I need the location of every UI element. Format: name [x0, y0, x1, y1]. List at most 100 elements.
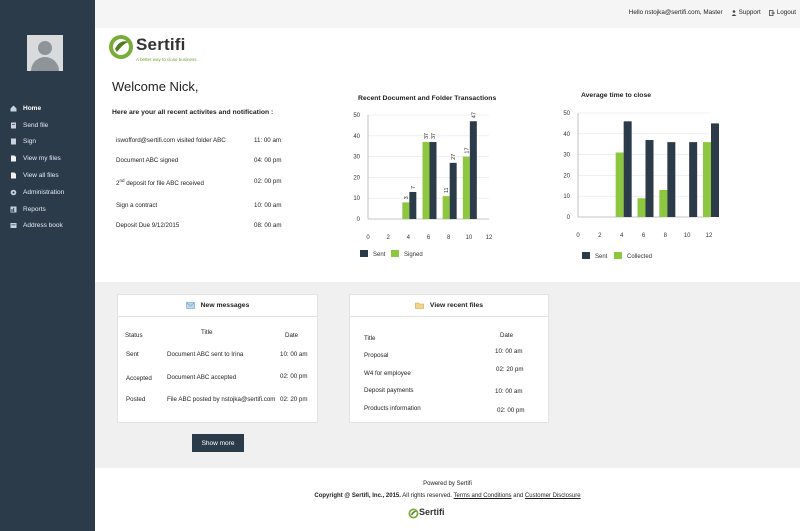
message-status: Sent	[126, 351, 139, 358]
file-title[interactable]: Proposal	[364, 352, 388, 359]
bar-signed	[422, 142, 430, 219]
top-bar-right: Hello nstojka@sertifi.com, Master Suppor…	[629, 9, 796, 16]
bar-data-label: 11	[444, 187, 450, 193]
logo-text: Sertifi	[136, 35, 186, 54]
sidebar-item-address-book[interactable]: Address book	[0, 218, 95, 235]
bar-collected	[703, 142, 711, 217]
y-tick-label: 0	[567, 215, 571, 221]
footer-logo-mark-icon	[408, 508, 419, 519]
message-title[interactable]: Document ABC sent to Irina	[167, 351, 243, 358]
activity-time: 02: 00 pm	[254, 178, 282, 185]
sidebar-item-home[interactable]: Home	[0, 100, 95, 117]
legend-label: Collected	[627, 254, 652, 260]
disclosure-link[interactable]: Customer Disclosure	[525, 493, 581, 499]
sidebar-item-view-all-files[interactable]: View all files	[0, 167, 95, 184]
y-tick-label: 50	[563, 111, 570, 117]
reports-icon	[10, 206, 17, 213]
x-tick-label: 6	[427, 235, 431, 241]
file-title[interactable]: W4 for employee	[364, 370, 411, 377]
activity-item: Document ABC signed 04: 00 pm	[116, 157, 326, 164]
sidebar-item-view-my-files[interactable]: View my files	[0, 150, 95, 167]
bar-collected	[615, 152, 624, 217]
legend-swatch-sent	[582, 252, 590, 259]
x-tick-label: 0	[366, 235, 370, 241]
y-tick-label: 30	[353, 155, 360, 161]
x-tick-label: 6	[642, 233, 646, 239]
file-date: 10: 00 am	[495, 348, 523, 355]
x-tick-label: 12	[706, 233, 713, 239]
y-tick-label: 10	[353, 196, 360, 202]
file-date: 10: 00 am	[495, 388, 523, 395]
folder-icon	[415, 302, 424, 309]
file-date: 02: 00 pm	[497, 407, 525, 414]
sertifi-logo[interactable]: Sertifi A better way to close business.	[108, 33, 198, 65]
activity-time: 04: 00 pm	[254, 157, 282, 164]
sidebar-item-label: Reports	[23, 205, 46, 213]
activity-item: iswofford@sertifi.com visited folder ABC…	[116, 137, 326, 144]
bar-sent	[409, 191, 417, 219]
file-title[interactable]: Products information	[364, 405, 421, 412]
message-title[interactable]: File ABC posted by nstojka@sertifi.com	[167, 396, 275, 403]
transactions-chart-title: Recent Document and Folder Transactions	[358, 95, 497, 102]
address-book-icon	[10, 223, 17, 229]
bar-signed	[462, 156, 470, 219]
show-more-button[interactable]: Show more	[192, 434, 244, 452]
sidebar-item-label: View all files	[23, 172, 59, 180]
activity-text: iswofford@sertifi.com visited folder ABC	[116, 137, 226, 144]
sidebar: Home Send file Sign View my files View all f…	[0, 0, 95, 531]
x-tick-label: 4	[407, 235, 411, 241]
messages-panel-header[interactable]: New messages	[118, 295, 317, 317]
sidebar-item-administration[interactable]: Administration	[0, 184, 95, 201]
bar-collected	[659, 189, 668, 217]
bar-sent	[645, 140, 654, 217]
sidebar-item-sign[interactable]: Sign	[0, 134, 95, 151]
bar-data-label: 17	[464, 147, 470, 153]
terms-link[interactable]: Terms and Conditions	[454, 493, 512, 499]
messages-header-title: Title	[201, 329, 213, 336]
legend-label: Sent	[595, 254, 608, 260]
sidebar-item-reports[interactable]: Reports	[0, 201, 95, 218]
activity-time: 08: 00 am	[254, 222, 282, 229]
close-time-chart-title: Average time to close	[581, 92, 652, 99]
activity-text: 2nd deposit for file ABC received	[116, 178, 204, 188]
recent-files-panel-title: View recent files	[429, 302, 484, 309]
y-tick-label: 20	[353, 175, 360, 181]
sidebar-item-send-file[interactable]: Send file	[0, 117, 95, 134]
send-file-icon	[11, 122, 16, 129]
bar-sent	[469, 121, 477, 219]
bar-sent	[689, 142, 698, 217]
bar-data-label: 37	[424, 133, 430, 139]
bar-sent	[449, 162, 457, 219]
support-icon	[731, 9, 737, 16]
file-date: 02: 20 pm	[496, 366, 524, 373]
footer-copyright: Copyright @ Sertifi, Inc., 2015. All rig…	[95, 493, 800, 499]
bar-signed	[442, 196, 450, 219]
y-tick-label: 40	[563, 132, 570, 138]
activity-text: Sign a contract	[116, 202, 158, 209]
activity-time: 10: 00 am	[254, 202, 282, 209]
bar-collected	[637, 198, 646, 217]
y-tick-label: 40	[353, 134, 360, 140]
bar-data-label: 27	[451, 154, 457, 160]
avatar-head	[38, 41, 52, 55]
bar-sent	[623, 121, 632, 217]
file-title[interactable]: Deposit payments	[364, 387, 414, 394]
bar-sent	[429, 142, 437, 219]
bar-data-label: 47	[471, 112, 477, 118]
x-tick-label: 2	[386, 235, 390, 241]
message-title[interactable]: Document ABC accepted	[167, 374, 236, 381]
message-status: Posted	[126, 396, 146, 403]
recent-files-panel-header[interactable]: View recent files	[350, 295, 548, 317]
top-bar: Hello nstojka@sertifi.com, Master Suppor…	[95, 0, 800, 28]
sidebar-item-label: View my files	[23, 155, 61, 163]
x-tick-label: 0	[576, 233, 580, 239]
and-text: and	[511, 493, 525, 499]
support-link[interactable]: Support	[739, 9, 761, 16]
logout-link[interactable]: Logout	[777, 9, 796, 16]
x-tick-label: 4	[620, 233, 624, 239]
footer-powered-by: Powered by Sertifi	[423, 481, 472, 487]
avatar[interactable]	[27, 35, 63, 71]
sidebar-item-label: Administration	[23, 188, 65, 196]
user-greeting: Hello nstojka@sertifi.com, Master	[628, 9, 723, 16]
sidebar-nav: Home Send file Sign View my files View all f…	[0, 100, 95, 234]
